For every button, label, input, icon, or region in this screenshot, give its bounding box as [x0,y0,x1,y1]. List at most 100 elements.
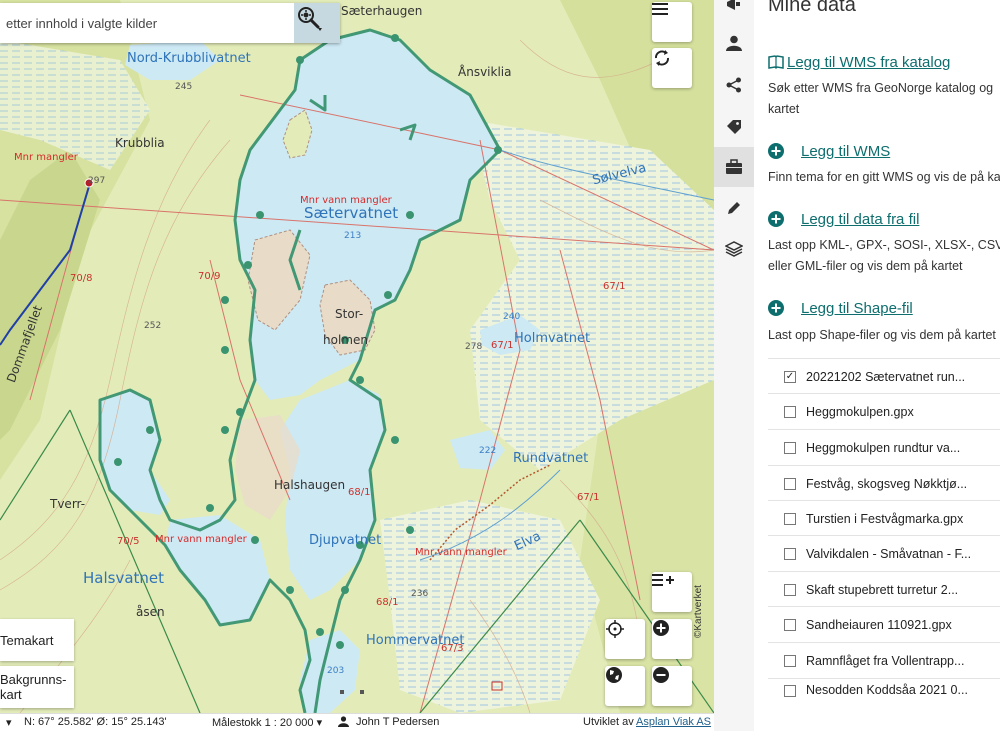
add-wms-desc: Finn tema for en gitt WMS og vis de på k… [768,170,1000,184]
file-row[interactable]: Skaft stupebrett turretur 2... [768,571,1000,607]
toolbar-layers-button[interactable] [714,229,754,269]
file-name: Heggmokulpen rundtur va... [806,440,961,455]
label-saeterhaugen: Sæterhaugen [341,4,423,18]
label-213: 213 [344,231,362,241]
zoom-out-button[interactable] [652,666,692,706]
label-halsvatnet: Halsvatnet [83,569,165,587]
refresh-button[interactable] [652,48,692,88]
pencil-icon [728,202,740,214]
label-70-8: 70/8 [70,273,93,284]
file-row[interactable]: Festvåg, skogsveg Nøkktjø... [768,465,1000,501]
file-checkbox[interactable] [784,547,796,560]
label-halshaugen: Halshaugen [274,478,346,492]
add-file-link[interactable]: Legg til data fra fil [801,211,919,228]
search-bar [0,3,340,43]
toolbar-tag-button[interactable] [714,107,754,147]
bakgrunnskart-button[interactable]: Bakgrunns- kart [0,666,74,708]
label-67-1-a: 67/1 [603,281,626,292]
label-240: 240 [503,312,521,322]
file-name: Sandheiauren 110921.gpx [806,617,952,632]
add-shape-desc: Last opp Shape-filer og vis dem på karte… [768,328,996,342]
label-stor-holmen-2: holmen [323,333,368,347]
scale-display[interactable]: Målestokk 1 : 20 000 ▾ [212,716,322,729]
toolbar-megaphone-button[interactable] [714,0,754,24]
label-297: 297 [88,176,106,186]
label-holmvatnet: Holmvatnet [514,331,591,346]
scale-label: Målestokk 1 : 20 000 [212,717,314,729]
file-checkbox[interactable] [784,654,796,667]
attribution: ©Kartverket [693,585,704,638]
file-row[interactable]: Nesodden Koddsåa 2021 0... [768,678,1000,697]
globe-icon [606,667,622,683]
file-checkbox[interactable] [784,512,796,525]
my-data-panel: Mine data Legg til WMS fra katalog Søk e… [754,0,1000,731]
toolbar-briefcase-button[interactable] [714,147,754,187]
label-222: 222 [479,446,497,456]
user-name[interactable]: John T Pedersen [356,716,439,728]
file-checkbox[interactable] [784,405,796,418]
briefcase-icon [726,159,742,174]
label-aansviklia: Ånsviklia [458,65,512,79]
coords-caret-icon[interactable]: ▾ [6,716,12,729]
search-settings-button[interactable] [294,3,340,43]
zoom-out-icon [653,667,669,683]
label-67-1-c: 67/1 [577,492,600,503]
add-wms-link[interactable]: Legg til WMS [801,143,890,160]
file-row[interactable]: Heggmokulpen rundtur va... [768,429,1000,465]
file-checkbox[interactable]: ✓ [784,370,796,383]
label-aasen: åsen [136,605,165,619]
crosshair-icon [606,620,624,638]
side-toolbar [714,0,755,731]
add-wms-catalog-link[interactable]: Legg til WMS fra katalog [787,54,950,71]
toolbar-share-button[interactable] [714,65,754,105]
map-menu-button[interactable] [652,2,692,42]
label-tverr: Tverr- [50,497,86,511]
user-icon [726,35,742,51]
file-row[interactable]: Ramnflåget fra Vollentrapp... [768,642,1000,678]
globe-button[interactable] [605,666,645,706]
temakart-button[interactable]: Temakart [0,619,74,661]
share-icon [726,77,741,93]
file-row[interactable]: Heggmokulpen.gpx [768,393,1000,429]
label-252: 252 [144,321,162,331]
zoom-in-button[interactable] [652,619,692,659]
coordinates: N: 67° 25.582' Ø: 15° 25.143' [24,716,167,728]
map-canvas [0,0,714,713]
add-layer-button[interactable] [652,572,692,612]
file-row[interactable]: Turstien i Festvågmarka.gpx [768,500,1000,536]
file-name: Skaft stupebrett turretur 2... [806,582,959,597]
file-row[interactable]: Sandheiauren 110921.gpx [768,606,1000,642]
file-name: Turstien i Festvågmarka.gpx [806,511,964,526]
toolbar-user-button[interactable] [714,23,754,63]
label-djupvatnet: Djupvatnet [309,533,382,548]
file-name: Valvikdalen - Småvatnan - F... [806,546,972,561]
file-checkbox[interactable] [784,618,796,631]
file-checkbox[interactable] [784,477,796,490]
add-shape-link[interactable]: Legg til Shape-fil [801,300,913,317]
plus-circle-icon [768,143,784,159]
list-add-icon [652,574,674,586]
hamburger-icon [652,3,668,15]
locate-button[interactable] [605,619,645,659]
file-name: Ramnflåget fra Vollentrapp... [806,653,965,668]
label-70-9: 70/9 [198,271,221,282]
add-file-desc-1: Last opp KML-, GPX-, SOSI-, XLSX-, CSV-,… [768,238,1000,252]
search-input[interactable] [0,3,304,43]
add-wms-catalog-desc-1: Søk etter WMS fra GeoNorge katalog og [768,81,994,95]
map-view[interactable]: Sæterhaugen Nord-Krubblivatnet Ånsviklia… [0,0,714,713]
file-row[interactable]: Valvikdalen - Småvatnan - F... [768,535,1000,571]
label-nord-krubblivatnet: Nord-Krubblivatnet [127,51,251,66]
user-icon [338,716,349,730]
file-checkbox[interactable] [784,685,796,697]
developer-link[interactable]: Asplan Viak AS [636,716,711,728]
book-icon [768,55,784,70]
label-70-5: 70/5 [117,536,140,547]
file-row[interactable]: ✓ 20221202 Sætervatnet run... [768,358,1000,394]
file-checkbox[interactable] [784,583,796,596]
search-gear-icon [298,7,322,31]
label-278: 278 [465,342,483,352]
file-name: Nesodden Koddsåa 2021 0... [806,683,968,697]
toolbar-pencil-button[interactable] [714,188,754,228]
label-stor-holmen-1: Stor- [335,307,364,321]
file-checkbox[interactable] [784,441,796,454]
